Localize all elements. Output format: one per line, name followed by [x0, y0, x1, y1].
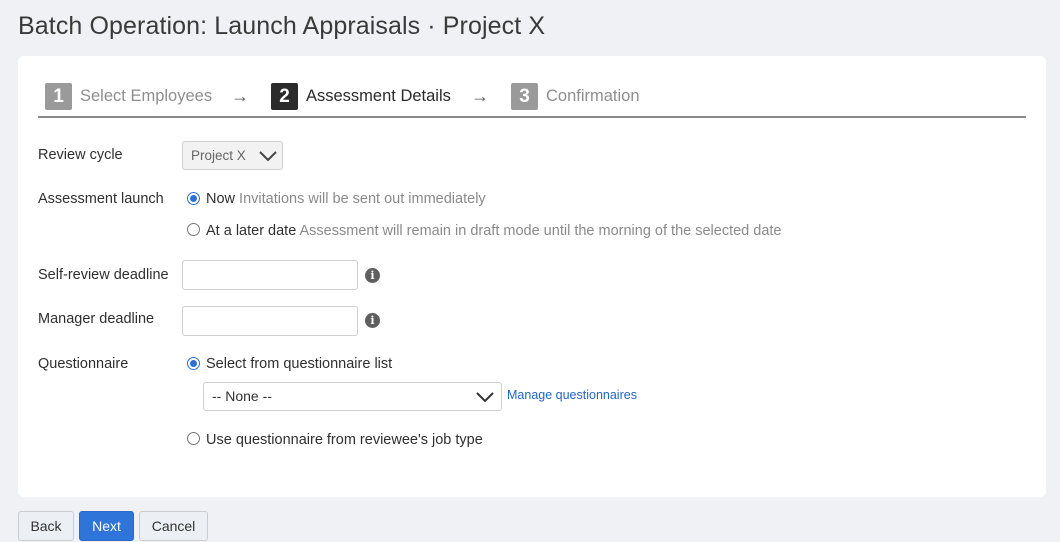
- wizard-steps: 1 Select Employees → 2 Assessment Detail…: [38, 80, 1026, 118]
- review-cycle-value: Project X: [191, 148, 246, 163]
- chevron-down-icon: [476, 392, 494, 403]
- launch-now-option[interactable]: Now Invitations will be sent out immedia…: [206, 191, 486, 207]
- self-review-deadline-label: Self-review deadline: [38, 267, 169, 283]
- launch-later-label: At a later date: [206, 223, 297, 239]
- step-arrow-icon: →: [231, 86, 249, 106]
- step-label: Select Employees: [80, 87, 213, 105]
- review-cycle-select[interactable]: Project X: [182, 141, 283, 170]
- launch-later-radio[interactable]: [187, 223, 200, 236]
- launch-now-label: Now: [206, 191, 236, 207]
- launch-now-hint: Invitations will be sent out immediately: [239, 191, 486, 207]
- chevron-down-icon: [259, 151, 277, 162]
- review-cycle-label: Review cycle: [38, 147, 123, 163]
- cancel-button[interactable]: Cancel: [139, 511, 208, 541]
- step-label: Confirmation: [546, 87, 640, 105]
- back-button[interactable]: Back: [18, 511, 74, 541]
- manager-deadline-label: Manager deadline: [38, 311, 155, 327]
- questionnaire-list-option[interactable]: Select from questionnaire list: [206, 356, 392, 372]
- step-confirmation: 3 Confirmation: [511, 83, 640, 110]
- self-review-deadline-input[interactable]: [182, 260, 358, 290]
- questionnaire-job-type-option[interactable]: Use questionnaire from reviewee's job ty…: [206, 432, 483, 448]
- step-number: 3: [511, 83, 538, 110]
- questionnaire-select-value: -- None --: [212, 388, 272, 404]
- page-title: Batch Operation: Launch Appraisals · Pro…: [18, 12, 546, 40]
- info-icon[interactable]: i: [365, 268, 380, 283]
- wizard-card: 1 Select Employees → 2 Assessment Detail…: [18, 56, 1046, 497]
- step-assessment-details: 2 Assessment Details: [271, 83, 451, 110]
- manager-deadline-input[interactable]: [182, 306, 358, 336]
- questionnaire-list-radio[interactable]: [187, 357, 200, 370]
- info-icon[interactable]: i: [365, 313, 380, 328]
- questionnaire-job-type-radio[interactable]: [187, 432, 200, 445]
- launch-later-hint: Assessment will remain in draft mode unt…: [299, 223, 782, 239]
- questionnaire-label: Questionnaire: [38, 356, 129, 372]
- launch-later-option[interactable]: At a later date Assessment will remain i…: [206, 223, 781, 239]
- assessment-launch-label: Assessment launch: [38, 191, 164, 207]
- step-select-employees[interactable]: 1 Select Employees: [45, 83, 212, 110]
- step-arrow-icon: →: [471, 86, 489, 106]
- step-label: Assessment Details: [306, 87, 451, 105]
- step-number: 1: [45, 83, 72, 110]
- next-button[interactable]: Next: [79, 511, 134, 541]
- step-number: 2: [271, 83, 298, 110]
- questionnaire-select[interactable]: -- None --: [203, 382, 502, 411]
- manage-questionnaires-link[interactable]: Manage questionnaires: [507, 388, 637, 402]
- launch-now-radio[interactable]: [187, 192, 200, 205]
